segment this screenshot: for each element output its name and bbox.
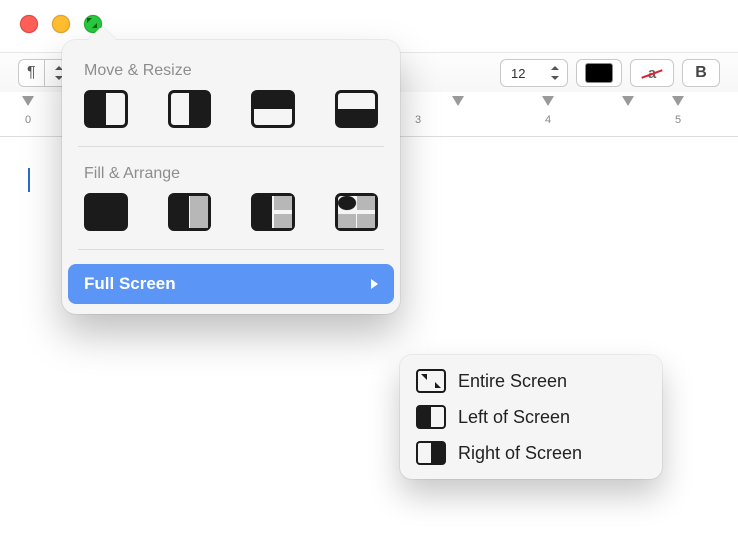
ruler-marker-icon[interactable] xyxy=(672,96,684,106)
tile-left-button[interactable] xyxy=(84,90,128,128)
arrange-halves-button[interactable] xyxy=(168,193,212,231)
arrange-quarters-button[interactable] xyxy=(335,193,379,231)
window-tile-popover: Move & Resize Fill & Arrange Full Screen xyxy=(62,40,400,314)
ruler-marker-icon[interactable] xyxy=(452,96,464,106)
submenu-item-label: Right of Screen xyxy=(458,443,582,464)
tile-bottom-button[interactable] xyxy=(335,90,379,128)
move-resize-row xyxy=(62,90,400,146)
traffic-lights xyxy=(20,15,102,33)
full-screen-label: Full Screen xyxy=(84,274,176,294)
pilcrow-icon: ¶ xyxy=(27,64,36,82)
divider xyxy=(78,249,384,250)
paragraph-button[interactable]: ¶ xyxy=(18,59,44,87)
arrange-three-button[interactable] xyxy=(251,193,295,231)
right-screen-icon xyxy=(416,441,446,465)
strikethrough-color-button[interactable]: a xyxy=(630,59,674,87)
fill-arrange-row xyxy=(62,193,400,249)
close-window-button[interactable] xyxy=(20,15,38,33)
submenu-item-label: Left of Screen xyxy=(458,407,570,428)
entire-screen-icon xyxy=(416,369,446,393)
ruler-marker-icon[interactable] xyxy=(542,96,554,106)
submenu-item-left[interactable]: Left of Screen xyxy=(406,399,656,435)
submenu-item-entire[interactable]: Entire Screen xyxy=(406,363,656,399)
ruler-number: 0 xyxy=(25,114,31,126)
chevron-updown-icon xyxy=(549,65,561,81)
text-color-button[interactable] xyxy=(576,59,622,87)
color-swatch-icon xyxy=(585,63,613,83)
submenu-item-right[interactable]: Right of Screen xyxy=(406,435,656,471)
font-size-select[interactable]: 12 xyxy=(500,59,568,87)
bold-icon: B xyxy=(691,64,711,82)
ruler-marker-icon[interactable] xyxy=(622,96,634,106)
left-screen-icon xyxy=(416,405,446,429)
divider xyxy=(78,146,384,147)
section-title-move-resize: Move & Resize xyxy=(62,58,400,90)
ruler-number: 4 xyxy=(545,114,551,126)
tile-right-button[interactable] xyxy=(168,90,212,128)
text-caret xyxy=(28,168,30,192)
full-screen-menu-item[interactable]: Full Screen xyxy=(68,264,394,304)
section-title-fill-arrange: Fill & Arrange xyxy=(62,161,400,193)
strike-icon: a xyxy=(639,63,665,83)
minimize-window-button[interactable] xyxy=(52,15,70,33)
fill-screen-button[interactable] xyxy=(84,193,128,231)
full-screen-submenu: Entire Screen Left of Screen Right of Scre… xyxy=(400,355,662,479)
ruler-marker-icon[interactable] xyxy=(22,96,34,106)
maximize-icon xyxy=(87,18,97,28)
font-size-value: 12 xyxy=(511,66,525,81)
tile-top-button[interactable] xyxy=(251,90,295,128)
ruler-number: 3 xyxy=(415,114,421,126)
bold-button[interactable]: B xyxy=(682,59,720,87)
ruler-number: 5 xyxy=(675,114,681,126)
chevron-right-icon xyxy=(371,279,378,289)
submenu-item-label: Entire Screen xyxy=(458,371,567,392)
